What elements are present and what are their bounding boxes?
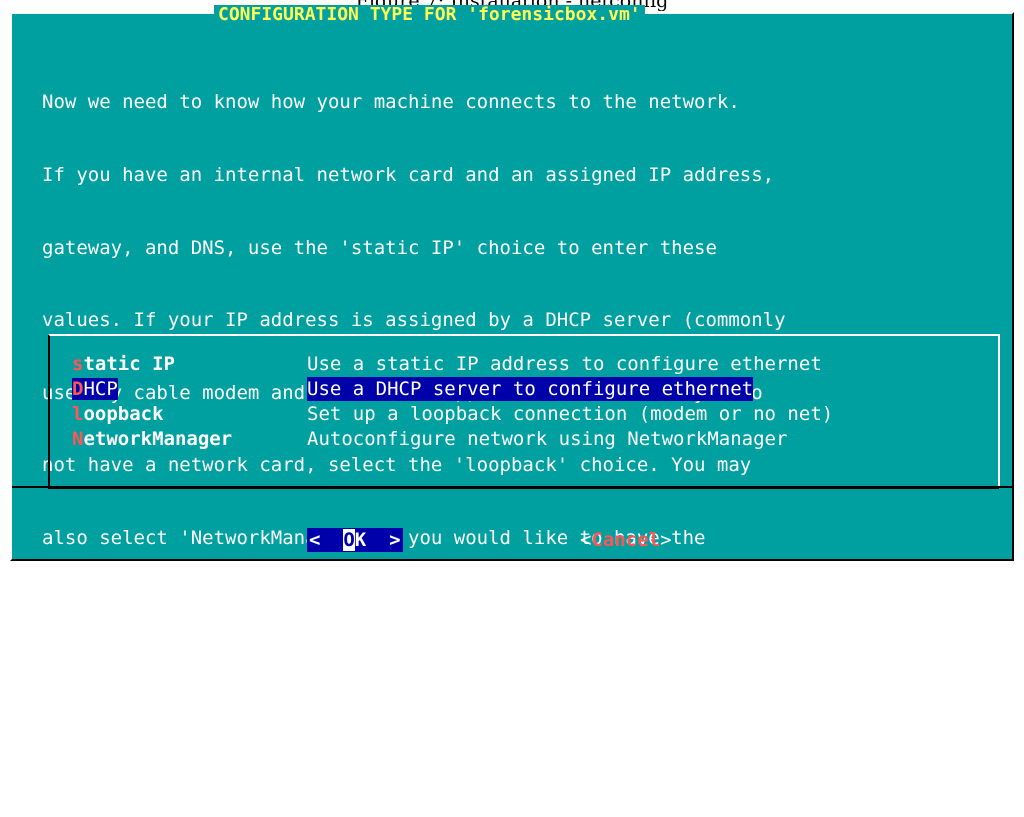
menu-item-tag: DHCP bbox=[72, 377, 118, 401]
cancel-open-bracket: < bbox=[580, 529, 592, 551]
dialog-title: CONFIGURATION TYPE FOR 'forensicbox.vm' bbox=[214, 5, 645, 25]
tag-rest: HCP bbox=[83, 378, 118, 400]
description-line: values. If your IP address is assigned b… bbox=[42, 309, 786, 332]
description-line: Now we need to know how your machine con… bbox=[42, 91, 740, 114]
cancel-close-bracket: > bbox=[660, 529, 672, 551]
menu-item-dhcp[interactable]: DHCP Use a DHCP server to configure ethe… bbox=[72, 377, 754, 401]
hotkey-letter: N bbox=[72, 428, 84, 450]
netconfig-dialog: CONFIGURATION TYPE FOR 'forensicbox.vm' … bbox=[10, 5, 1014, 767]
description-line: network interfaces (this is simple and u… bbox=[42, 672, 786, 695]
menu-item-tag: NetworkManager bbox=[72, 427, 232, 451]
menu-item-tag: static IP bbox=[72, 352, 175, 376]
tag-rest: oopback bbox=[83, 403, 164, 425]
dialog-title-text: CONFIGURATION TYPE FOR 'forensicbox.vm' bbox=[218, 4, 641, 25]
cancel-label: Cancel bbox=[591, 529, 661, 551]
description-line: NetworkManager daemon automatically hand… bbox=[42, 599, 797, 622]
menu-item-description: Autoconfigure network using NetworkManag… bbox=[307, 428, 788, 450]
menu-item-tag: loopback bbox=[72, 402, 164, 426]
ok-button[interactable]: < OK > bbox=[307, 528, 403, 552]
description-line: If you have an internal network card and… bbox=[42, 164, 775, 187]
tag-rest: tatic IP bbox=[83, 353, 175, 375]
ok-label-rest: K > bbox=[354, 529, 401, 551]
menu-item-networkmanager[interactable]: NetworkManager Autoconfigure network usi… bbox=[72, 427, 787, 451]
network-type-menu: static IP Use a static IP address to con… bbox=[48, 334, 1000, 489]
menu-item-description: Use a static IP address to configure eth… bbox=[307, 353, 822, 375]
hotkey-letter: l bbox=[72, 403, 84, 425]
description-line: gateway, and DNS, use the 'static IP' ch… bbox=[42, 236, 717, 259]
cancel-button[interactable]: <Cancel> bbox=[580, 528, 672, 552]
hotkey-letter: D bbox=[72, 378, 84, 400]
hotkey-letter: s bbox=[72, 353, 84, 375]
menu-item-static-ip[interactable]: static IP Use a static IP address to con… bbox=[72, 352, 822, 376]
menu-item-loopback[interactable]: loopback Set up a loopback connection (m… bbox=[72, 402, 833, 426]
description-line: of network setup would you like? bbox=[42, 744, 409, 767]
description-line: also select 'NetworkManager' if you woul… bbox=[42, 527, 706, 550]
ok-left-bracket: < bbox=[309, 529, 344, 551]
button-separator bbox=[12, 486, 1012, 488]
ok-hotkey: O bbox=[343, 529, 355, 551]
menu-item-description: Set up a loopback connection (modem or n… bbox=[307, 403, 834, 425]
menu-item-description: Use a DHCP server to configure ethernet bbox=[307, 377, 754, 401]
tag-rest: etworkManager bbox=[83, 428, 233, 450]
